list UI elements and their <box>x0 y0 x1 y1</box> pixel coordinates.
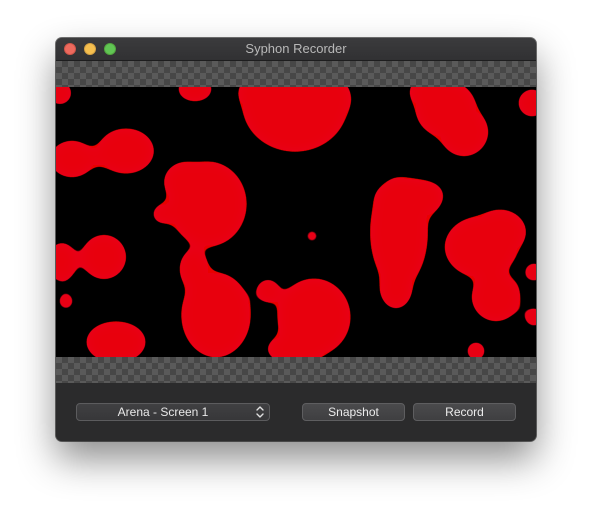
snapshot-button[interactable]: Snapshot <box>302 403 405 421</box>
record-button[interactable]: Record <box>413 403 516 421</box>
transparency-checkerboard-top <box>56 61 536 87</box>
preview-frame <box>56 87 536 357</box>
recorder-window: Syphon Recorder Arena - Screen 1 Snapsho… <box>56 38 536 441</box>
updown-chevron-icon <box>256 406 264 418</box>
video-preview <box>56 87 536 357</box>
source-select[interactable]: Arena - Screen 1 <box>76 403 270 421</box>
window-title: Syphon Recorder <box>245 41 347 56</box>
transparency-checkerboard-bottom <box>56 357 536 383</box>
titlebar[interactable]: Syphon Recorder <box>56 38 536 61</box>
source-select-value: Arena - Screen 1 <box>117 405 209 419</box>
controls-bar: Arena - Screen 1 Snapshot Record <box>56 383 536 441</box>
